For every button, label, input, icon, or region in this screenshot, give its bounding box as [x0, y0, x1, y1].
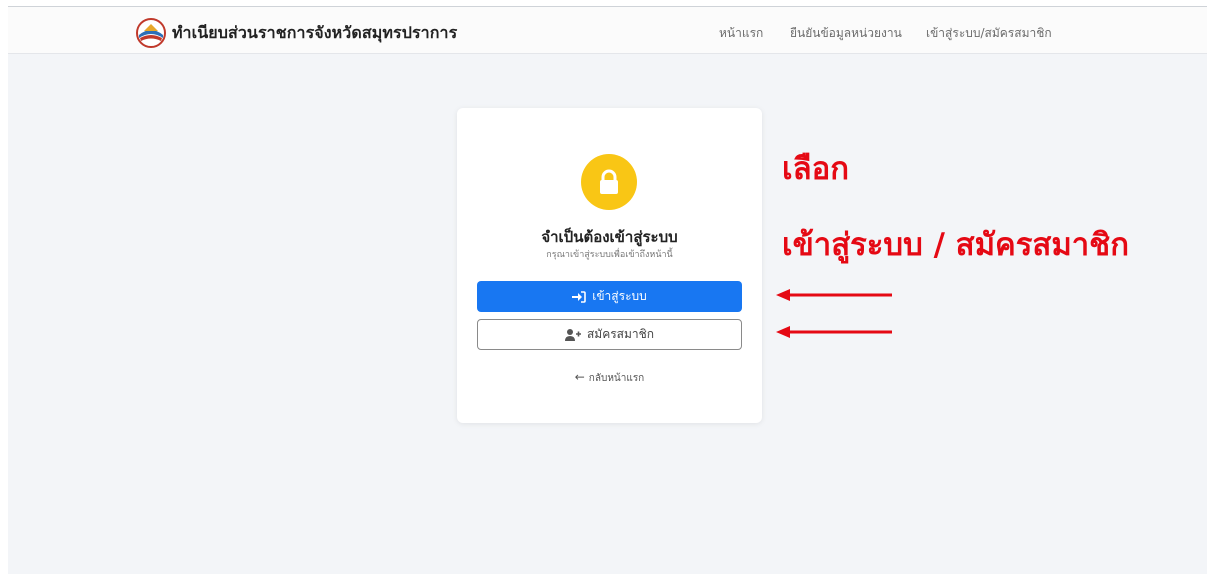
brand-title: ทำเนียบส่วนราชการจังหวัดสมุทรปราการ — [172, 22, 458, 42]
card-subtitle: กรุณาเข้าสู่ระบบเพื่อเข้าถึงหน้านี้ — [546, 250, 673, 260]
back-home-link[interactable]: ← กลับหน้าแรก — [457, 370, 762, 386]
navbar: ทำเนียบส่วนราชการจังหวัดสมุทรปราการ หน้า… — [8, 7, 1207, 54]
login-required-card: จำเป็นต้องเข้าสู่ระบบ กรุณาเข้าสู่ระบบเพ… — [457, 108, 762, 423]
brand[interactable]: ทำเนียบส่วนราชการจังหวัดสมุทรปราการ — [136, 18, 457, 48]
sign-in-icon — [572, 290, 587, 303]
register-label: สมัครสมาชิก — [586, 327, 655, 341]
register-button[interactable]: สมัครสมาชิก — [477, 319, 742, 350]
annotation-choose: เลือก — [782, 151, 849, 187]
login-button[interactable]: เข้าสู่ระบบ — [477, 281, 742, 312]
annotation-login-register: เข้าสู่ระบบ / สมัครสมาชิก — [782, 227, 1129, 263]
logo-icon — [136, 18, 166, 48]
arrow-left-icon: ← — [574, 370, 585, 384]
user-plus-icon — [564, 328, 581, 341]
nav-home[interactable]: หน้าแรก — [719, 24, 763, 43]
back-label: กลับหน้าแรก — [588, 373, 645, 384]
lock-icon — [600, 169, 618, 194]
page-frame: ทำเนียบส่วนราชการจังหวัดสมุทรปราการ หน้า… — [8, 6, 1207, 574]
login-label: เข้าสู่ระบบ — [592, 289, 647, 303]
card-title: จำเป็นต้องเข้าสู่ระบบ — [541, 228, 678, 246]
nav-verify-agency[interactable]: ยืนยันข้อมูลหน่วยงาน — [790, 24, 902, 43]
red-arrow-icon — [776, 289, 892, 301]
lock-badge — [581, 154, 637, 210]
red-arrow-icon — [776, 326, 892, 338]
nav-login-register[interactable]: เข้าสู่ระบบ/สมัครสมาชิก — [926, 24, 1052, 43]
